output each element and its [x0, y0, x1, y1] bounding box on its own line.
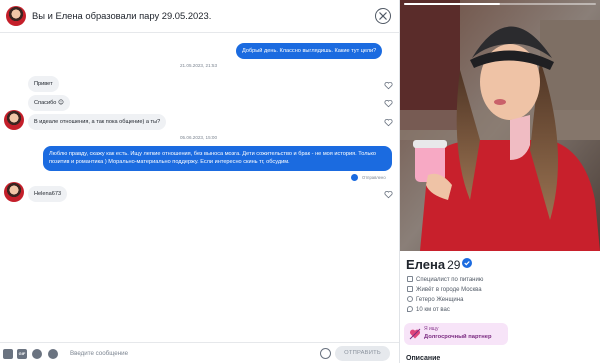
message-input[interactable]: Введите сообщение — [70, 350, 128, 357]
profile-pane: Елена 29 Специалист по питанию Живёт в го… — [400, 0, 600, 363]
like-heart-icon[interactable] — [384, 99, 393, 108]
briefcase-icon — [407, 276, 413, 282]
message-status: Отправлено — [362, 175, 386, 180]
match-avatar[interactable] — [6, 6, 26, 26]
sent-check-icon — [351, 174, 358, 181]
profile-detail-text: Гетеро Женщина — [416, 297, 464, 303]
profile-detail-text: Специалист по питанию — [416, 277, 484, 283]
photo-progress-fill — [404, 3, 500, 5]
profile-photo[interactable] — [400, 0, 600, 251]
close-button[interactable] — [375, 8, 391, 24]
profile-detail: Гетеро Женщина — [407, 296, 463, 303]
profile-detail: 10 км от вас — [407, 306, 450, 313]
gender-icon — [407, 296, 413, 302]
profile-detail-text: Живёт в городе Москва — [416, 287, 482, 293]
looking-for-label: Я ищу — [424, 326, 439, 332]
sticker-icon[interactable] — [32, 349, 42, 359]
chat-header: Вы и Елена образовали пару 29.05.2023. — [0, 0, 399, 33]
message-outgoing[interactable]: Люблю правду, скажу как есть. Ищу легкие… — [43, 146, 392, 171]
home-icon — [407, 286, 413, 292]
looking-for-badge: Я ищу Долгосрочный партнер — [404, 323, 508, 345]
like-heart-icon[interactable] — [384, 190, 393, 199]
match-avatar-small[interactable] — [4, 110, 24, 130]
timestamp: 21.05.2023, 21:53 — [180, 63, 218, 68]
send-button[interactable]: ОТПРАВИТЬ — [335, 346, 390, 361]
like-heart-icon[interactable] — [384, 81, 393, 90]
message-composer: GIF Введите сообщение ОТПРАВИТЬ — [0, 342, 399, 363]
profile-name-row: Елена 29 — [406, 256, 473, 272]
section-title: Описание — [406, 355, 441, 362]
match-title: Вы и Елена образовали пару 29.05.2023. — [32, 10, 212, 21]
profile-detail-text: 10 км от вас — [416, 307, 450, 313]
profile-detail: Живёт в городе Москва — [407, 286, 482, 293]
verified-badge-icon — [462, 258, 473, 268]
profile-detail: Специалист по питанию — [407, 276, 483, 283]
close-icon — [379, 12, 387, 20]
message-incoming[interactable]: В идеале отношения, а так пока общение) … — [28, 114, 167, 131]
photo-progress-bar — [404, 3, 596, 5]
profile-name: Елена — [406, 257, 446, 272]
gif-button[interactable]: GIF — [17, 349, 27, 359]
contact-card-icon[interactable] — [3, 349, 13, 359]
match-avatar-small[interactable] — [4, 182, 24, 202]
music-icon[interactable] — [48, 349, 58, 359]
emoji-icon[interactable] — [320, 348, 331, 359]
chat-pane: Вы и Елена образовали пару 29.05.2023. Д… — [0, 0, 399, 363]
message-outgoing[interactable]: Добрый день. Классно выглядишь. Какие ту… — [236, 43, 383, 60]
location-pin-icon — [407, 306, 413, 312]
looking-for-value: Долгосрочный партнер — [424, 334, 492, 340]
message-incoming[interactable]: Привет — [28, 76, 59, 93]
heart-arrow-icon — [409, 328, 421, 340]
profile-age: 29 — [447, 258, 461, 272]
timestamp: 05.06.2023, 15:00 — [180, 135, 218, 140]
message-incoming[interactable]: Спасибо 😊 — [28, 95, 70, 112]
like-heart-icon[interactable] — [384, 118, 393, 127]
message-incoming[interactable]: Helena673 — [28, 186, 68, 203]
profile-photo-image — [400, 0, 600, 251]
